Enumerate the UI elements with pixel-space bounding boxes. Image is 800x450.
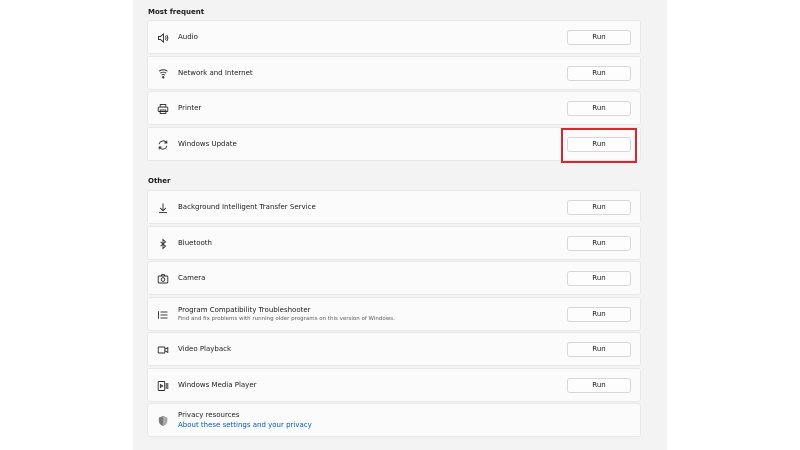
section-title-most-frequent: Most frequent [148,8,205,16]
section-title-other: Other [148,177,171,185]
privacy-settings-link[interactable]: About these settings and your privacy [178,421,312,429]
printer-icon [157,103,169,115]
troubleshooter-label: Video Playback [178,345,232,353]
run-button-network[interactable]: Run [567,66,631,81]
troubleshooter-label: Audio [178,33,198,41]
highlight-box [561,128,637,163]
wifi-icon [157,68,169,80]
run-button-media-player[interactable]: Run [567,378,631,393]
troubleshooter-row-printer: Printer Run [147,91,641,125]
run-button-bits[interactable]: Run [567,200,631,215]
troubleshooter-row-bits: Background Intelligent Transfer Service … [147,190,641,224]
troubleshooter-label: Network and Internet [178,69,253,77]
run-button-camera[interactable]: Run [567,271,631,286]
speaker-icon [157,32,169,44]
shield-icon [157,415,169,427]
run-button-audio[interactable]: Run [567,30,631,45]
troubleshooter-row-compatibility: Program Compatibility Troubleshooter Fin… [147,297,641,331]
troubleshooter-description: Find and fix problems with running older… [178,316,395,322]
troubleshooter-row-video-playback: Video Playback Run [147,332,641,366]
troubleshooter-label: Bluetooth [178,239,212,247]
privacy-resources-row: Privacy resources About these settings a… [147,403,641,437]
download-icon [157,202,169,214]
troubleshooter-label: Background Intelligent Transfer Service [178,203,316,211]
bluetooth-icon [157,238,169,250]
troubleshooter-row-audio: Audio Run [147,20,641,54]
troubleshooter-row-media-player: Windows Media Player Run [147,368,641,402]
troubleshooter-label: Printer [178,104,202,112]
troubleshooter-label: Windows Update [178,140,237,148]
refresh-icon [157,139,169,151]
troubleshooter-row-camera: Camera Run [147,261,641,295]
run-button-compatibility[interactable]: Run [567,307,631,322]
troubleshooter-label: Windows Media Player [178,381,257,389]
troubleshooter-label: Program Compatibility Troubleshooter [178,306,311,314]
privacy-resources-label: Privacy resources [178,411,240,419]
run-button-printer[interactable]: Run [567,101,631,116]
troubleshooter-row-bluetooth: Bluetooth Run [147,226,641,260]
troubleshooters-page: Most frequent Audio Run Network and Inte… [133,0,667,450]
media-player-icon [157,380,169,392]
list-icon [157,309,169,321]
run-button-video-playback[interactable]: Run [567,342,631,357]
camera-icon [157,273,169,285]
run-button-bluetooth[interactable]: Run [567,236,631,251]
troubleshooter-row-network: Network and Internet Run [147,56,641,90]
video-icon [157,344,169,356]
troubleshooter-label: Camera [178,274,206,282]
